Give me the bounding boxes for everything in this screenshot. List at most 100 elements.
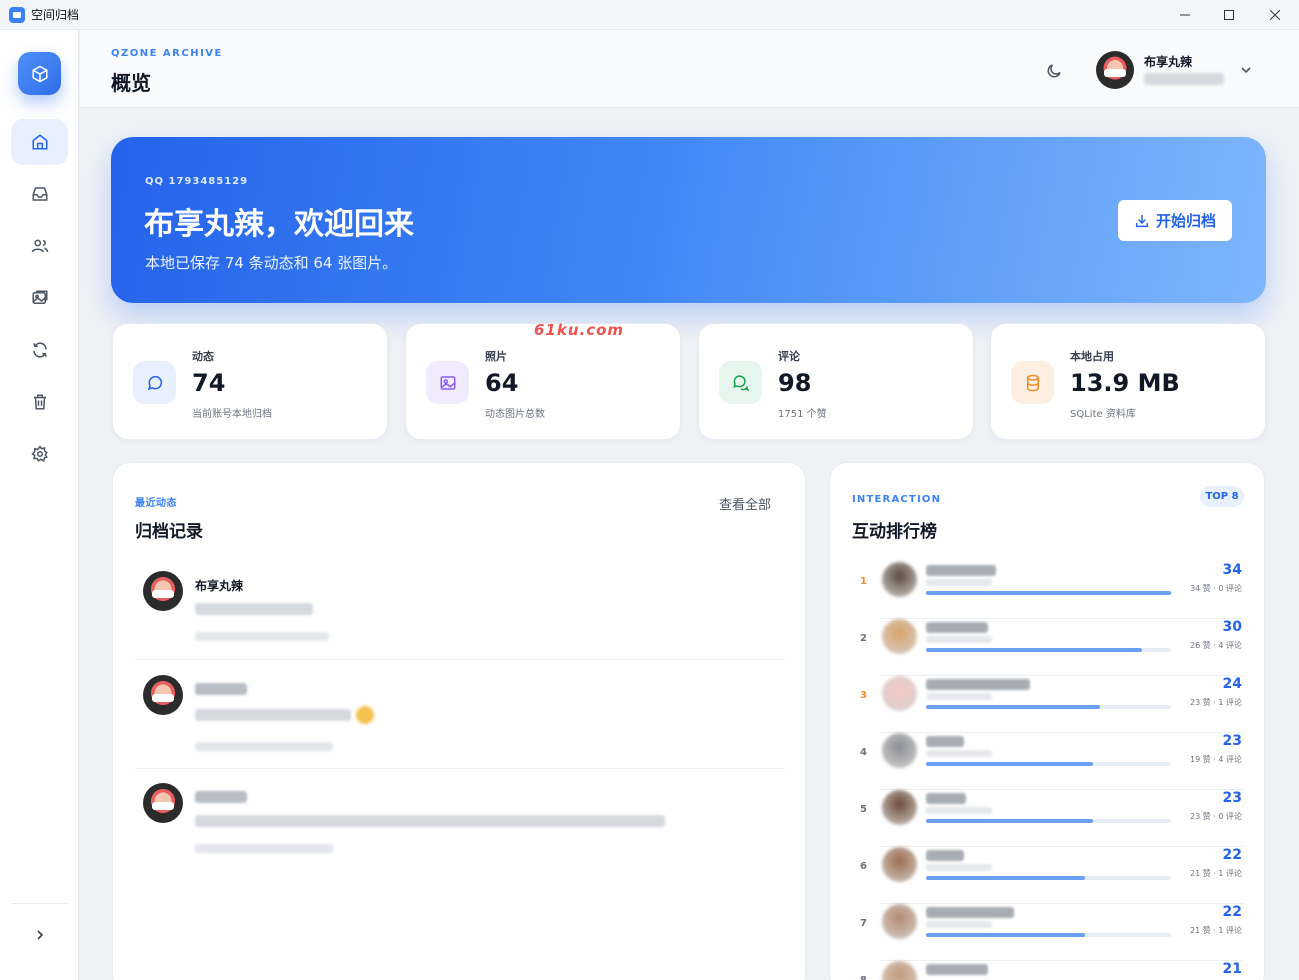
rank-progress-fill <box>926 705 1100 709</box>
welcome-summary: 本地已保存 74 条动态和 64 张图片。 <box>145 254 398 272</box>
rank-subtitle-blurred <box>926 579 992 586</box>
ranking-row[interactable]: 2 30 26 赞 · 4 评论 <box>852 619 1244 676</box>
app-logo <box>18 52 61 95</box>
ranking-title: 互动排行榜 <box>852 522 937 542</box>
rank-subtitle-blurred <box>926 807 992 814</box>
record-divider <box>135 659 785 660</box>
rank-number: 8 <box>860 975 867 980</box>
record-divider <box>135 768 785 769</box>
rank-avatar <box>882 619 917 654</box>
inbox-icon <box>32 187 47 201</box>
app-icon <box>9 6 25 23</box>
rank-detail: 21 赞 · 1 评论 <box>1190 926 1242 935</box>
stat-label: 本地占用 <box>1070 350 1114 363</box>
close-window-button[interactable] <box>1252 0 1298 30</box>
record-content-blurred <box>195 815 665 827</box>
rank-score: 24 <box>1222 676 1242 692</box>
emoji-icon <box>356 706 374 724</box>
rank-number: 7 <box>860 918 867 929</box>
record-item[interactable] <box>135 675 785 755</box>
rank-avatar <box>882 562 917 597</box>
start-archive-button[interactable]: 开始归档 <box>1118 200 1232 241</box>
sidebar-divider <box>11 903 68 904</box>
nav-overview[interactable] <box>11 119 68 165</box>
ranking-row[interactable]: 8 21 <box>852 961 1244 980</box>
stat-sub: 当前账号本地归档 <box>192 409 272 420</box>
record-avatar <box>143 675 183 715</box>
ranking-row[interactable]: 7 22 21 赞 · 1 评论 <box>852 904 1244 961</box>
sidebar-expand-button[interactable] <box>28 923 52 947</box>
nav-friends[interactable] <box>11 223 68 269</box>
rank-progress-fill <box>926 762 1093 766</box>
rank-score: 23 <box>1222 790 1242 806</box>
rank-avatar <box>882 733 917 768</box>
rank-progress-track <box>926 648 1171 652</box>
rank-subtitle-blurred <box>926 750 992 757</box>
stat-label: 照片 <box>485 350 507 363</box>
nav-trash[interactable] <box>11 379 68 425</box>
nav-feeds[interactable] <box>11 171 68 217</box>
record-avatar <box>143 571 183 611</box>
rank-detail: 21 赞 · 1 评论 <box>1190 869 1242 878</box>
rank-avatar <box>882 676 917 711</box>
nav-settings[interactable] <box>11 431 68 477</box>
ranking-panel: INTERACTION 互动排行榜 TOP 8 1 34 34 赞 · 0 评论 2 3… <box>829 462 1265 980</box>
record-content-blurred <box>195 709 351 721</box>
stat-card-feeds: 动态 74 当前账号本地归档 <box>112 323 388 440</box>
stat-value: 98 <box>778 369 812 397</box>
rank-score: 22 <box>1222 847 1242 863</box>
record-author: 布享丸辣 <box>195 579 244 593</box>
stat-value: 13.9 MB <box>1070 369 1180 397</box>
view-all-link[interactable]: 查看全部 <box>719 494 771 513</box>
chevron-right-icon <box>37 930 44 940</box>
rank-name-blurred <box>926 736 964 747</box>
page-title: 概览 <box>111 71 151 95</box>
record-avatar <box>143 783 183 823</box>
rank-progress-track <box>926 819 1171 823</box>
rank-progress-track <box>926 591 1171 595</box>
user-avatar[interactable] <box>1096 51 1134 89</box>
rank-score: 34 <box>1222 562 1242 578</box>
rank-progress-track <box>926 933 1171 937</box>
user-name: 布享丸辣 <box>1144 55 1193 69</box>
record-item[interactable] <box>135 783 785 863</box>
nav-photos[interactable] <box>11 275 68 321</box>
rank-avatar <box>882 847 917 882</box>
stat-label: 评论 <box>778 350 800 363</box>
rank-number: 4 <box>860 747 867 758</box>
home-icon <box>32 134 47 150</box>
chevron-down-icon <box>1241 67 1251 74</box>
ranking-row[interactable]: 3 24 23 赞 · 1 评论 <box>852 676 1244 733</box>
window-title: 空间归档 <box>31 8 80 22</box>
maximize-icon <box>1224 10 1234 20</box>
rank-number: 2 <box>860 633 867 644</box>
user-menu-toggle[interactable] <box>1238 62 1254 78</box>
sidebar <box>0 30 79 980</box>
ranking-kicker: INTERACTION <box>852 494 942 505</box>
record-item[interactable]: 布享丸辣 <box>135 571 785 641</box>
qq-number: QQ 1793485129 <box>145 176 249 187</box>
download-icon <box>1135 214 1149 227</box>
stat-label: 动态 <box>192 350 214 363</box>
ranking-row[interactable]: 5 23 23 赞 · 0 评论 <box>852 790 1244 847</box>
minimize-button[interactable] <box>1162 0 1208 30</box>
ranking-row[interactable]: 1 34 34 赞 · 0 评论 <box>852 562 1244 619</box>
rank-subtitle-blurred <box>926 864 992 871</box>
rank-detail: 23 赞 · 0 评论 <box>1190 812 1242 821</box>
nav-sync[interactable] <box>11 327 68 373</box>
rank-detail: 19 赞 · 4 评论 <box>1190 755 1242 764</box>
rank-name-blurred <box>926 565 996 576</box>
rank-progress-fill <box>926 933 1086 937</box>
stat-sub: 1751 个赞 <box>778 409 827 420</box>
maximize-button[interactable] <box>1206 0 1252 30</box>
rank-score: 23 <box>1222 733 1242 749</box>
theme-toggle-button[interactable] <box>1043 60 1065 82</box>
ranking-row[interactable]: 6 22 21 赞 · 1 评论 <box>852 847 1244 904</box>
record-meta-blurred <box>195 844 333 853</box>
rank-name-blurred <box>926 679 1030 690</box>
record-meta-blurred <box>195 742 333 751</box>
rank-number: 6 <box>860 861 867 872</box>
stat-card-storage: 本地占用 13.9 MB SQLite 资料库 <box>990 323 1266 440</box>
rank-score: 22 <box>1222 904 1242 920</box>
ranking-row[interactable]: 4 23 19 赞 · 4 评论 <box>852 733 1244 790</box>
